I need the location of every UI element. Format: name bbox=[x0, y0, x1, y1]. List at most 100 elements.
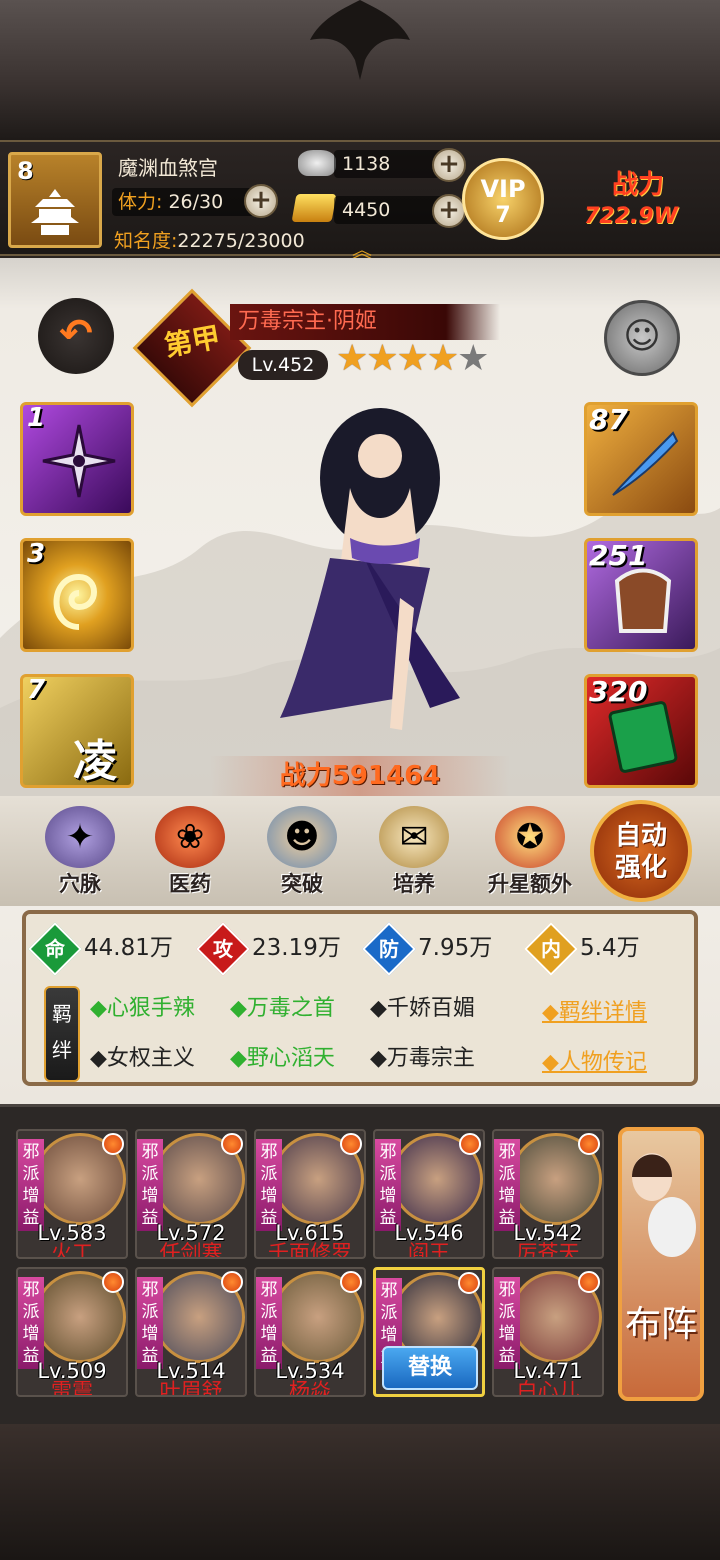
bond-detail-link[interactable]: ◆羁绊详情 bbox=[542, 994, 647, 1026]
equip-slot-armor[interactable]: 251 bbox=[584, 538, 698, 652]
formation-button[interactable]: 布阵 bbox=[618, 1127, 704, 1401]
notification-dot-icon bbox=[578, 1133, 600, 1155]
menu-label: 培养 bbox=[393, 872, 435, 896]
bond-item: ◆女权主义 bbox=[90, 1046, 195, 1071]
stamina-add-button[interactable]: + bbox=[244, 184, 278, 218]
equip-slot-weapon[interactable]: 87 bbox=[584, 402, 698, 516]
skill-slot-3[interactable]: 7 凌 bbox=[20, 674, 134, 788]
faction-buff-tag: 邪派增益 bbox=[18, 1277, 44, 1369]
gold-icon bbox=[291, 194, 337, 222]
stat-attack: 攻 23.19万 bbox=[196, 921, 341, 976]
health-gem-icon: 命 bbox=[28, 921, 82, 976]
silver-icon bbox=[298, 150, 336, 176]
roster-hero-card[interactable]: 邪派增益 Lv.509 雷震 bbox=[16, 1267, 128, 1397]
menu-label: 突破 bbox=[281, 872, 323, 896]
skill-level: 7 bbox=[27, 675, 46, 705]
menu-medicine[interactable]: ❀ 医药 bbox=[140, 806, 240, 900]
faction-buff-tag: 邪派增益 bbox=[375, 1139, 401, 1231]
menu-training[interactable]: ✉ 培养 bbox=[364, 806, 464, 900]
hero-battle-power: 战力591464 bbox=[210, 756, 510, 796]
menu-meridian[interactable]: ✦ 穴脉 bbox=[30, 806, 130, 900]
stamina-value: 26/30 bbox=[168, 191, 224, 213]
star-filled-icon: ★ bbox=[366, 338, 398, 379]
sage-portrait-icon bbox=[632, 1153, 696, 1257]
hero-card-name: 千面修罗 bbox=[268, 1241, 352, 1259]
swap-button[interactable]: 替换 bbox=[382, 1346, 478, 1390]
hero-detail-panel: ↶ ☺ 第甲 万毒宗主·阴姬 Lv.452 ★★★★★ 1 3 7 凌 87 2… bbox=[0, 258, 720, 1104]
bond-item: ◆心狠手辣 bbox=[90, 996, 195, 1021]
mushroom-icon: ❀ bbox=[155, 806, 225, 868]
equip-slot-book[interactable]: 320 bbox=[584, 674, 698, 788]
vip-badge[interactable]: VIP 7 bbox=[462, 158, 544, 240]
stamina-label: 体力: bbox=[118, 191, 163, 213]
star-filled-icon: ★ bbox=[426, 338, 459, 379]
biography-link[interactable]: ◆人物传记 bbox=[542, 1044, 647, 1076]
roster-hero-card[interactable]: 邪派增益 Lv.542 厉苍天 bbox=[492, 1129, 604, 1259]
player-level: 8 bbox=[17, 157, 34, 185]
battle-power-value: 591464 bbox=[331, 761, 441, 791]
roster-hero-card[interactable]: 邪派增益 Lv.514 叶眉舒 bbox=[135, 1267, 247, 1397]
roster-hero-card[interactable]: 邪派增益 Lv.583 火工 bbox=[16, 1129, 128, 1259]
hero-card-name: 雷震 bbox=[51, 1379, 93, 1397]
roof-decoration bbox=[0, 0, 720, 140]
bond-item: ◆千娇百媚 bbox=[370, 996, 475, 1021]
silver-value: 1138 bbox=[342, 153, 391, 175]
roster-hero-card[interactable]: 邪派增益 Lv.471 白心儿 bbox=[492, 1267, 604, 1397]
skill-glyph: 凌 bbox=[73, 736, 117, 787]
fame-label: 知名度: bbox=[114, 230, 178, 252]
auto-enhance-button[interactable]: 自动 强化 bbox=[590, 800, 692, 902]
menu-label: 医药 bbox=[169, 872, 211, 896]
player-name: 魔渊血煞宫 bbox=[118, 156, 218, 180]
faction-buff-tag: 邪派增益 bbox=[494, 1139, 520, 1231]
roster-hero-card[interactable]: 邪派增益 Lv.572 任剑寒 bbox=[135, 1129, 247, 1259]
fame-row: 知名度:22275/23000 bbox=[114, 226, 305, 253]
scroll-icon: ✉ bbox=[379, 806, 449, 868]
skill-slot-2[interactable]: 3 bbox=[20, 538, 134, 652]
faction-buff-tag: 邪派增益 bbox=[18, 1139, 44, 1231]
treasure-icon: ✪ bbox=[495, 806, 565, 868]
vip-label: VIP bbox=[480, 175, 526, 203]
notification-dot-icon bbox=[340, 1271, 362, 1293]
stamina-row: 体力: 26/30 bbox=[112, 188, 262, 216]
floor-decoration bbox=[0, 1424, 720, 1560]
meridian-icon: ✦ bbox=[45, 806, 115, 868]
hero-profile-button[interactable]: ☺ bbox=[604, 300, 680, 376]
notification-dot-icon bbox=[221, 1271, 243, 1293]
scholar-icon: ☻ bbox=[267, 806, 337, 868]
silver-add-button[interactable]: + bbox=[432, 148, 466, 182]
back-button[interactable]: ↶ bbox=[38, 298, 114, 374]
defense-gem-icon: 防 bbox=[362, 921, 416, 976]
player-avatar[interactable]: 8 bbox=[8, 152, 102, 248]
attribute-panel: 命 44.81万 攻 23.19万 防 7.95万 内 5.4万 羁绊 ◆心狠手辣 ◆万… bbox=[22, 910, 698, 1086]
roster-hero-card[interactable]: 邪派增益替换 bbox=[373, 1267, 485, 1397]
star-filled-icon: ★ bbox=[396, 338, 429, 379]
bond-tag: 羁绊 bbox=[44, 986, 80, 1082]
gold-add-button[interactable]: + bbox=[432, 194, 466, 228]
fame-value: 22275/23000 bbox=[177, 230, 305, 252]
stat-health: 命 44.81万 bbox=[28, 921, 173, 976]
hero-card-name: 火工 bbox=[51, 1241, 93, 1259]
roster-hero-card[interactable]: 邪派增益 Lv.534 杨焱 bbox=[254, 1267, 366, 1397]
stat-defense-value: 7.95万 bbox=[418, 935, 493, 961]
menu-label: 穴脉 bbox=[59, 872, 101, 896]
hero-level: Lv.452 bbox=[238, 350, 328, 380]
roster-hero-card[interactable]: 邪派增益 Lv.615 千面修罗 bbox=[254, 1129, 366, 1259]
faction-buff-tag: 邪派增益 bbox=[256, 1277, 282, 1369]
star-empty-icon: ★ bbox=[457, 338, 489, 379]
vip-level: 7 bbox=[495, 203, 511, 228]
hero-card-name: 白心儿 bbox=[516, 1379, 580, 1397]
total-power-value: 722.9W bbox=[584, 204, 678, 229]
notification-dot-icon bbox=[458, 1272, 480, 1294]
hero-character-art bbox=[280, 408, 460, 730]
skill-slot-1[interactable]: 1 bbox=[20, 402, 134, 516]
roster-hero-card[interactable]: 邪派增益 Lv.546 阎王 bbox=[373, 1129, 485, 1259]
hero-card-name: 叶眉舒 bbox=[159, 1379, 223, 1397]
auto-enhance-line1: 自动 bbox=[614, 821, 667, 851]
silver-row: 1138 bbox=[334, 150, 444, 178]
menu-star-upgrade[interactable]: ✪ 升星额外 bbox=[474, 806, 586, 900]
notification-dot-icon bbox=[102, 1271, 124, 1293]
menu-breakthrough[interactable]: ☻ 突破 bbox=[252, 806, 352, 900]
blade-icon bbox=[612, 431, 679, 496]
stat-attack-value: 23.19万 bbox=[252, 935, 341, 961]
book-icon bbox=[608, 701, 678, 773]
